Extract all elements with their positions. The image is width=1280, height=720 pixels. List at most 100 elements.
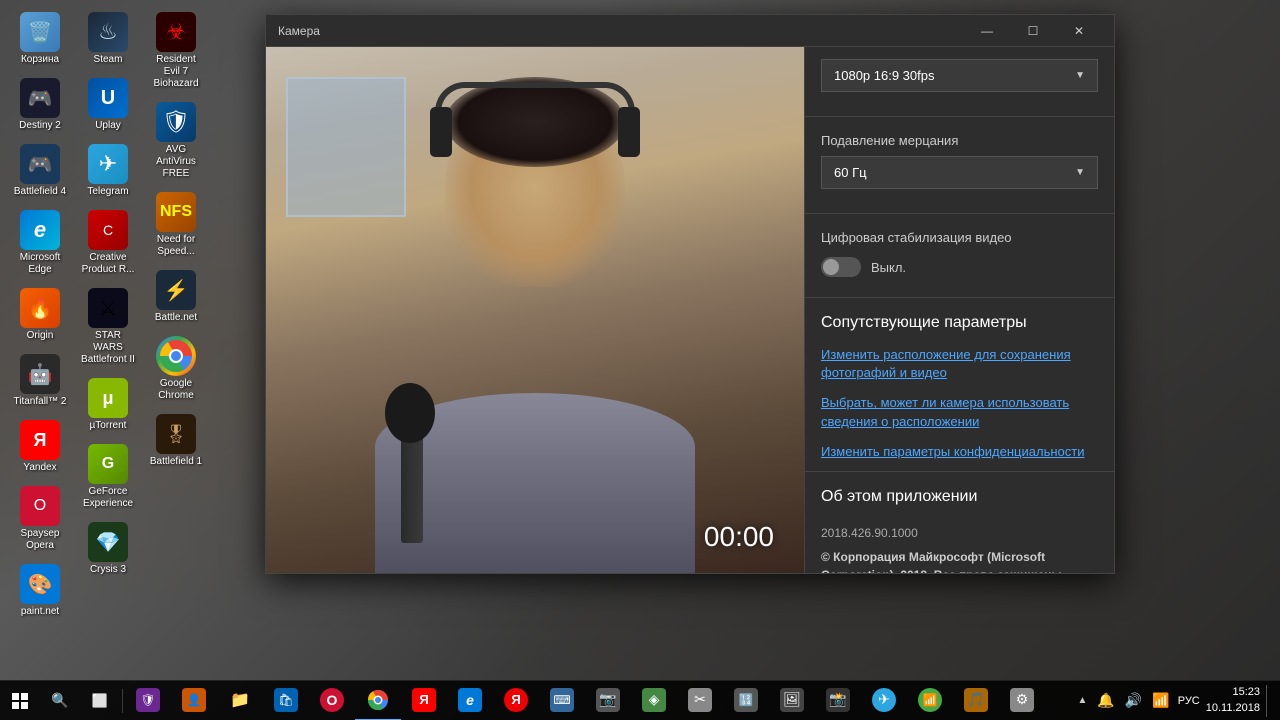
desktop-icon-steam[interactable]: ♨ Steam (76, 8, 140, 70)
desktop-icon-recycle[interactable]: 🗑️ Корзина (8, 8, 72, 70)
steam-icon: ♨ (88, 12, 128, 52)
search-button[interactable]: 🔍 (40, 681, 80, 720)
explorer-taskbar-icon: 📁 (228, 688, 252, 712)
location-access-link[interactable]: Выбрать, может ли камера использовать св… (805, 388, 1114, 436)
save-location-link[interactable]: Изменить расположение для сохранения фот… (805, 340, 1114, 388)
desktop-icon-destiny2[interactable]: 🎮 Destiny 2 (8, 74, 72, 136)
desktop-icon-bf4[interactable]: 🎮 Battlefield 4 (8, 140, 72, 202)
titanfall-label: Titanfall™ 2 (14, 396, 67, 408)
user-taskbar-icon: 👤 (182, 688, 206, 712)
desktop-icon-telegram[interactable]: ✈ Telegram (76, 140, 140, 202)
close-button[interactable]: ✕ (1056, 15, 1102, 47)
taskbar-app-opera[interactable]: O (309, 681, 355, 720)
desktop-icon-yandex[interactable]: Я Yandex (8, 416, 72, 478)
antivirus-taskbar-icon: 🛡 (136, 688, 160, 712)
chrome-icon (156, 336, 196, 376)
desktop-icon-origin[interactable]: 🔥 Origin (8, 284, 72, 346)
maximize-button[interactable]: ☐ (1010, 15, 1056, 47)
taskbar-app-edge[interactable]: e (447, 681, 493, 720)
volume-icon[interactable]: 🔊 (1123, 690, 1144, 711)
telegram-taskbar-icon: ✈ (872, 688, 896, 712)
notification-icon[interactable]: 🔔 (1095, 690, 1116, 711)
network-icon[interactable]: 📶 (1150, 690, 1171, 711)
calc-taskbar-icon: 🔢 (734, 688, 758, 712)
bf4-icon: 🎮 (20, 144, 60, 184)
desktop-icon-geforce[interactable]: G GeForce Experience (76, 440, 140, 514)
stabilization-section: Цифровая стабилизация видео Выкл. (805, 218, 1114, 293)
uplay-icon: U (88, 78, 128, 118)
taskbar-app-snip[interactable]: ✂ (677, 681, 723, 720)
utorrent-icon: μ (88, 378, 128, 418)
desktop-icon-nfs[interactable]: NFS Need for Speed... (144, 188, 208, 262)
clock-date: 10.11.2018 (1206, 701, 1260, 716)
recycle-bin-label: Корзина (21, 54, 59, 66)
opera-icon: O (20, 486, 60, 526)
flicker-dropdown[interactable]: 60 Гц ▼ (821, 156, 1098, 189)
task-view-button[interactable]: ⬜ (80, 681, 120, 720)
desktop-icon-titanfall[interactable]: 🤖 Titanfall™ 2 (8, 350, 72, 412)
taskbar-app-telegram[interactable]: ✈ (861, 681, 907, 720)
edge-icon: e (20, 210, 60, 250)
taskbar-app-photos[interactable]: 🖼 (769, 681, 815, 720)
taskbar-app-keyboard[interactable]: ⌨ (539, 681, 585, 720)
taskbar-app-camera-tb[interactable]: 📷 (585, 681, 631, 720)
crysis-icon: 💎 (88, 522, 128, 562)
minimize-button[interactable]: — (964, 15, 1010, 47)
show-desktop-button[interactable] (1266, 685, 1272, 717)
camera-taskbar-icon: 📷 (596, 688, 620, 712)
stabilization-toggle[interactable] (821, 257, 861, 277)
desktop-icon-chrome[interactable]: Google Chrome (144, 332, 208, 406)
geforce-label: GeForce Experience (80, 486, 136, 510)
taskbar-app-antivirus[interactable]: 🛡 (125, 681, 171, 720)
taskbar-app-yandex2[interactable]: Я (493, 681, 539, 720)
desktop-icon-opera[interactable]: O Spaysep Opera (8, 482, 72, 556)
privacy-params-link[interactable]: Изменить параметры конфиденциальности (805, 437, 1114, 467)
telegram-icon: ✈ (88, 144, 128, 184)
desktop-icon-battlenet[interactable]: ⚡ Battle.net (144, 266, 208, 328)
taskbar-app-settings[interactable]: ⚙ (999, 681, 1045, 720)
desktop-icon-paint[interactable]: 🎨 paint.net (8, 560, 72, 622)
chrome-label: Google Chrome (148, 378, 204, 402)
desktop-icon-resident[interactable]: ☣ Resident Evil 7 Biohazard (144, 8, 208, 94)
desktop-icon-edge[interactable]: e Microsoft Edge (8, 206, 72, 280)
clock-time: 15:23 (1206, 685, 1260, 700)
desktop-icon-creative[interactable]: C Creative Product R... (76, 206, 140, 280)
stabilization-label: Цифровая стабилизация видео (821, 230, 1098, 245)
desktop-icon-uplay[interactable]: U Uplay (76, 74, 140, 136)
flicker-dropdown-arrow: ▼ (1075, 167, 1085, 178)
resolution-dropdown[interactable]: 1080р 16:9 30fps ▼ (821, 59, 1098, 92)
geforce-icon: G (88, 444, 128, 484)
resolution-section: 1080р 16:9 30fps ▼ (805, 47, 1114, 112)
chrome-taskbar-icon (366, 688, 390, 712)
tray-expand-button[interactable]: ▲ (1076, 693, 1090, 708)
taskbar-app-signal[interactable]: 📶 (907, 681, 953, 720)
taskbar-app-chrome[interactable] (355, 681, 401, 720)
flicker-label: Подавление мерцания (821, 133, 1098, 148)
desktop-icon-bf1[interactable]: 🎖 Battlefield 1 (144, 410, 208, 472)
start-button[interactable] (0, 681, 40, 720)
nfs-icon: NFS (156, 192, 196, 232)
taskbar-app-yandex[interactable]: Я (401, 681, 447, 720)
taskbar-app-app5[interactable]: ◈ (631, 681, 677, 720)
language-indicator[interactable]: РУС (1178, 695, 1200, 707)
taskbar-app-store[interactable]: 🛍 (263, 681, 309, 720)
yandex-icon: Я (20, 420, 60, 460)
crysis-label: Crysis 3 (90, 564, 126, 576)
resident-label: Resident Evil 7 Biohazard (148, 54, 204, 90)
avg-label: AVG AntiVirus FREE (148, 144, 204, 180)
clock-display[interactable]: 15:23 10.11.2018 (1206, 685, 1260, 716)
desktop-icon-utorrent[interactable]: μ µTorrent (76, 374, 140, 436)
desktop-icon-starwars[interactable]: ⚔ STAR WARS Battlefront II (76, 284, 140, 370)
taskbar-app-user[interactable]: 👤 (171, 681, 217, 720)
desktop-icon-crysis[interactable]: 💎 Crysis 3 (76, 518, 140, 580)
taskbar-app-explorer[interactable]: 📁 (217, 681, 263, 720)
taskbar-app-music[interactable]: 🎵 (953, 681, 999, 720)
divider-4 (805, 471, 1114, 472)
desktop-icon-avg[interactable]: 🛡 AVG AntiVirus FREE (144, 98, 208, 184)
yandex2-taskbar-icon: Я (504, 688, 528, 712)
taskbar-app-camera2[interactable]: 📸 (815, 681, 861, 720)
music-taskbar-icon: 🎵 (964, 688, 988, 712)
steam-label: Steam (94, 54, 123, 66)
origin-label: Origin (27, 330, 54, 342)
taskbar-app-calc[interactable]: 🔢 (723, 681, 769, 720)
